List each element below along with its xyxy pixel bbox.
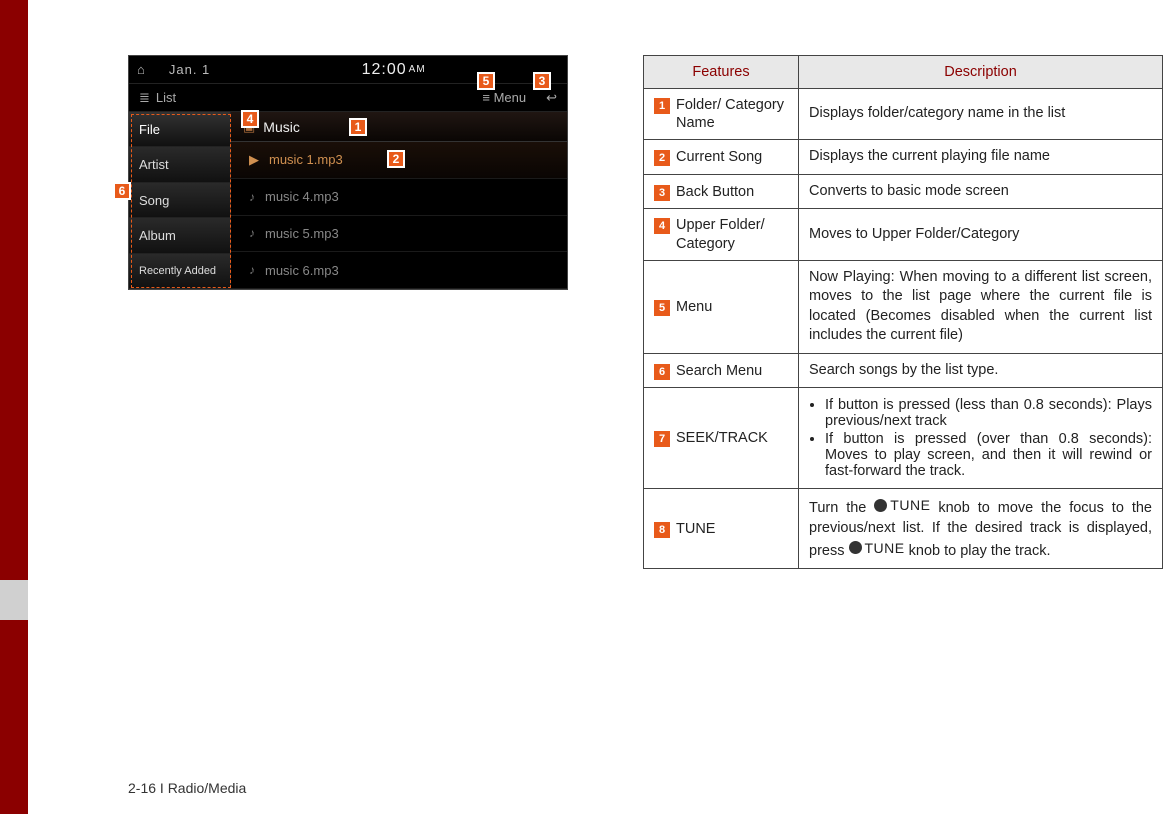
feature-desc: Displays folder/category name in the lis… <box>809 104 1152 124</box>
row-num: 2 <box>654 150 670 166</box>
feature-desc: Moves to Upper Folder/Category <box>809 225 1152 245</box>
callout-2: 2 <box>387 150 405 168</box>
feature-name: Back Button <box>676 183 788 201</box>
left-menu-label: Song <box>139 193 169 208</box>
feature-desc: Search songs by the list type. <box>809 361 1152 381</box>
left-menu-label: Artist <box>139 157 169 172</box>
left-menu-label: File <box>139 122 160 137</box>
search-menu: File Artist Song Album Recently Added <box>129 112 231 289</box>
menu-icon: ≡ <box>482 90 490 105</box>
status-time: 12:00AM <box>228 61 559 79</box>
play-icon: ▶ <box>249 152 259 168</box>
feature-desc: Now Playing: When moving to a different … <box>809 268 1152 346</box>
description-header: Description <box>799 56 1163 89</box>
note-icon: ♪ <box>249 190 255 204</box>
table-row: 1 Folder/ Category Name Displays folder/c… <box>644 89 1163 140</box>
table-row: 2 Current Song Displays the current playi… <box>644 140 1163 175</box>
list-row[interactable]: ♪ music 4.mp3 <box>231 179 567 216</box>
table-row: 6 Search Menu Search songs by the list ty… <box>644 353 1163 388</box>
list-title-text: List <box>156 90 176 105</box>
page-thumb-tab <box>0 580 28 620</box>
list-item: If button is pressed (less than 0.8 seco… <box>825 397 1152 429</box>
left-menu-song[interactable]: Song <box>129 183 230 218</box>
track-name: music 5.mp3 <box>265 226 339 241</box>
screenshot-subbar: ≣ List ≡ Menu ↩ <box>129 84 567 112</box>
table-row: 7 SEEK/TRACK If button is pressed (less t… <box>644 388 1163 489</box>
menu-button-label: Menu <box>494 90 527 105</box>
list-row[interactable]: ♪ music 5.mp3 <box>231 216 567 253</box>
red-sidebar <box>0 0 28 814</box>
list-item: If button is pressed (over than 0.8 seco… <box>825 431 1152 479</box>
features-header: Features <box>644 56 799 89</box>
row-num: 1 <box>654 98 670 114</box>
callout-1: 1 <box>349 118 367 136</box>
feature-name: SEEK/TRACK <box>676 429 788 447</box>
list-title: ≣ List <box>139 90 176 106</box>
tune-knob-label: TUNE <box>890 496 930 515</box>
left-menu-label: Album <box>139 228 176 243</box>
track-name: music 1.mp3 <box>269 152 343 167</box>
table-row: 3 Back Button Converts to basic mode scre… <box>644 174 1163 209</box>
page-content: ⌂ Jan. 1 12:00AM ≣ List ≡ Menu ↩ File Ar… <box>28 0 1163 814</box>
left-menu-album[interactable]: Album <box>129 218 230 253</box>
feature-name: TUNE <box>676 520 788 538</box>
callout-3: 3 <box>533 72 551 90</box>
list-row[interactable]: ♪ music 6.mp3 <box>231 252 567 289</box>
track-name: music 6.mp3 <box>265 263 339 278</box>
row-num: 5 <box>654 300 670 316</box>
callout-5: 5 <box>477 72 495 90</box>
tune-text: knob to play the track. <box>905 542 1051 558</box>
left-menu-artist[interactable]: Artist <box>129 147 230 182</box>
tune-knob-icon: TUNE <box>874 496 930 515</box>
feature-name: Folder/ Category Name <box>676 96 788 132</box>
status-time-value: 12:00 <box>362 61 407 78</box>
back-icon[interactable]: ↩ <box>546 90 557 106</box>
left-menu-recent[interactable]: Recently Added <box>129 254 230 289</box>
callout-6: 6 <box>113 182 131 200</box>
table-row: 4 Upper Folder/ Category Moves to Upper F… <box>644 209 1163 260</box>
feature-name: Search Menu <box>676 362 788 380</box>
feature-desc-list: If button is pressed (less than 0.8 seco… <box>809 397 1152 479</box>
screenshot-topbar: ⌂ Jan. 1 12:00AM <box>129 56 567 84</box>
table-row: 8 TUNE Turn the TUNE knob to move the foc… <box>644 489 1163 569</box>
row-num: 7 <box>654 431 670 447</box>
left-menu-label: Recently Added <box>139 265 216 277</box>
callout-4: 4 <box>241 110 259 128</box>
infotainment-screenshot: ⌂ Jan. 1 12:00AM ≣ List ≡ Menu ↩ File Ar… <box>128 55 568 290</box>
page-footer: 2-16 I Radio/Media <box>128 780 246 796</box>
folder-name-label: Music <box>263 119 300 135</box>
table-row: 5 Menu Now Playing: When moving to a diff… <box>644 260 1163 353</box>
row-num: 8 <box>654 522 670 538</box>
row-num: 4 <box>654 218 670 234</box>
feature-name: Upper Folder/ Category <box>676 216 788 252</box>
menu-button[interactable]: ≡ Menu <box>482 90 526 105</box>
subbar-right: ≡ Menu ↩ <box>482 90 557 106</box>
note-icon: ♪ <box>249 226 255 240</box>
home-icon: ⌂ <box>137 62 145 77</box>
left-menu-file[interactable]: File <box>129 112 230 147</box>
folder-header[interactable]: ▣ Music <box>231 112 567 142</box>
status-date: Jan. 1 <box>169 62 210 77</box>
tune-knob-icon: TUNE <box>849 539 905 558</box>
list-icon: ≣ <box>139 90 150 106</box>
note-icon: ♪ <box>249 263 255 277</box>
feature-desc: Displays the current playing file name <box>809 147 1152 167</box>
feature-name: Current Song <box>676 148 788 166</box>
tune-text: Turn the <box>809 500 874 516</box>
feature-desc: Converts to basic mode screen <box>809 182 1152 202</box>
row-num: 6 <box>654 364 670 380</box>
track-list: ▣ Music ▶ music 1.mp3 ♪ music 4.mp3 ♪ mu… <box>231 112 567 289</box>
status-ampm: AM <box>409 64 426 75</box>
track-name: music 4.mp3 <box>265 189 339 204</box>
tune-knob-label: TUNE <box>865 539 905 558</box>
feature-desc: Turn the TUNE knob to move the focus to … <box>809 496 1152 561</box>
feature-name: Menu <box>676 298 788 316</box>
row-num: 3 <box>654 185 670 201</box>
features-table: Features Description 1 Folder/ Category N… <box>643 55 1163 569</box>
